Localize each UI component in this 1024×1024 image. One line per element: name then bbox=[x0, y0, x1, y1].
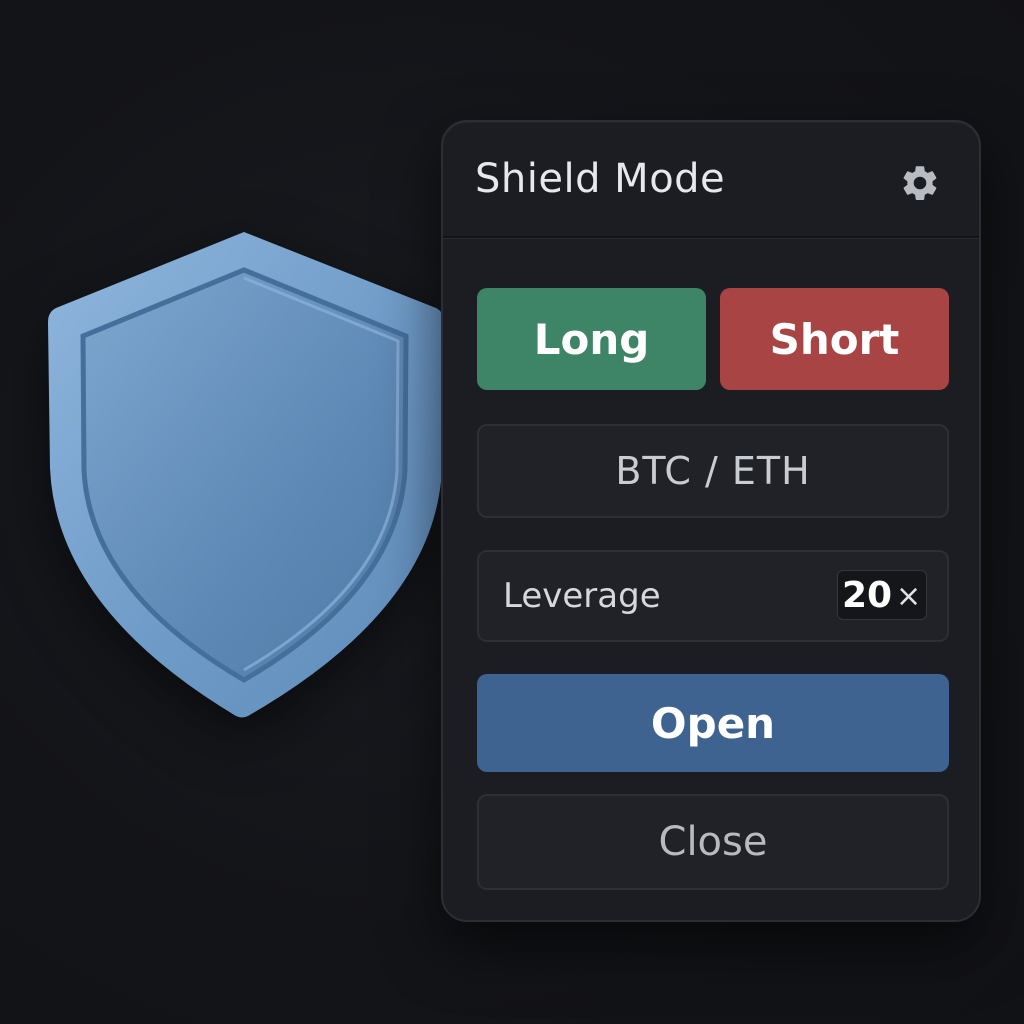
leverage-field[interactable]: Leverage 20 × bbox=[477, 550, 949, 642]
panel-title: Shield Mode bbox=[475, 156, 726, 202]
leverage-value: 20 bbox=[842, 575, 893, 616]
leverage-input[interactable]: 20 × bbox=[837, 570, 927, 620]
long-button[interactable]: Long bbox=[477, 288, 706, 390]
trading-pair-selector[interactable]: BTC / ETH bbox=[477, 424, 949, 518]
shield-icon bbox=[48, 232, 444, 718]
shield-mode-panel: Shield Mode Long Short BTC / ETH Leverag… bbox=[441, 120, 981, 922]
open-button[interactable]: Open bbox=[477, 674, 949, 772]
close-button[interactable]: Close bbox=[477, 794, 949, 890]
leverage-unit: × bbox=[896, 579, 922, 614]
gear-icon[interactable] bbox=[899, 162, 941, 204]
short-button[interactable]: Short bbox=[720, 288, 949, 390]
panel-header: Shield Mode bbox=[443, 122, 979, 238]
app-canvas: Shield Mode Long Short BTC / ETH Leverag… bbox=[0, 0, 1024, 1024]
leverage-label: Leverage bbox=[503, 576, 661, 616]
